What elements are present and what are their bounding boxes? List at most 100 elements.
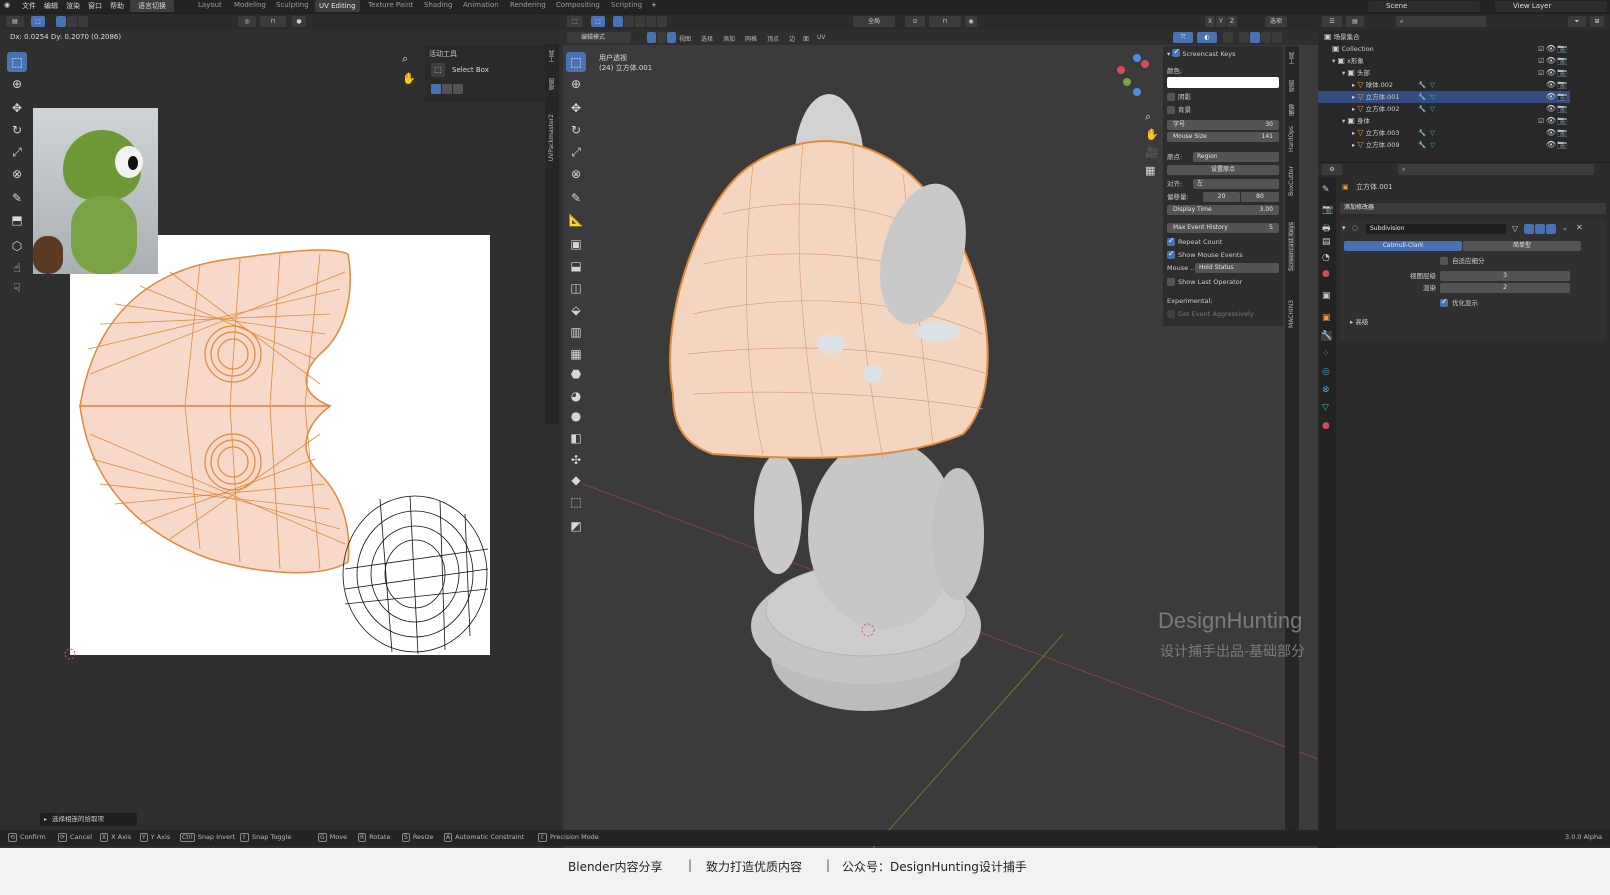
adaptive-checkbox[interactable] — [1440, 257, 1448, 265]
close-icon[interactable]: ✕ — [1576, 223, 1583, 232]
camera-view-icon[interactable]: 🎥 — [1145, 146, 1159, 159]
data-tab-icon[interactable]: ▽ — [1322, 403, 1329, 413]
modifier-wrench-icon[interactable]: 🔧 — [1418, 103, 1426, 115]
render-camera-icon[interactable]: 📷 — [1557, 55, 1567, 67]
mesh-data-icon[interactable]: ▽ — [1430, 127, 1435, 139]
object-tab-icon[interactable]: ▣ — [1322, 313, 1331, 323]
gizmo-neg-x-icon[interactable] — [1117, 66, 1125, 74]
exclude-checkbox-icon[interactable]: ☑ — [1538, 115, 1544, 127]
search-icon[interactable]: ⌕ — [1398, 164, 1594, 175]
catmull-clark-tab[interactable]: Catmull-Clark — [1344, 241, 1462, 251]
properties-editor[interactable]: ⚙ ⌕ ✎ 📷 🖶 ▤ ◔ ● ▣ ▣ 🔧 ⁘ ◎ ⊗ ▽ ● ▣ 立方体.001… — [1318, 163, 1610, 848]
outliner-row-body[interactable]: ▾ ▣ 身体 ☑ 👁 📷 — [1318, 115, 1570, 127]
render-camera-icon[interactable]: 📷 — [1557, 139, 1567, 151]
menu-file[interactable]: 文件 — [22, 1, 36, 11]
render-camera-icon[interactable]: 📷 — [1557, 79, 1567, 91]
blender-logo-icon[interactable]: ◉ — [4, 1, 10, 9]
render-camera-icon[interactable]: 📷 — [1557, 127, 1567, 139]
search-icon[interactable]: ⌕ — [1396, 16, 1486, 27]
viewport-toggle-icon[interactable] — [1535, 224, 1545, 234]
visibility-eye-icon[interactable]: 👁 — [1546, 43, 1556, 55]
menu-render[interactable]: 渲染 — [66, 1, 80, 11]
edit-mode-toggle-icon[interactable]: ▽ — [1512, 224, 1518, 233]
tab-sculpting[interactable]: Sculpting — [276, 1, 309, 9]
last-operator-panel[interactable]: ▸ 选择相连的拾取项 — [40, 813, 137, 826]
outliner-row-cube-003[interactable]: ▸ ▽ 立方体.003 🔧 ▽ 👁 📷 — [1318, 127, 1570, 139]
visibility-eye-icon[interactable]: 👁 — [1546, 67, 1556, 79]
outliner-row-cube-002[interactable]: ▸ ▽ 立方体.002 🔧 ▽ 👁 📷 — [1318, 103, 1570, 115]
outliner-row-collection[interactable]: ▣ Collection ☑ 👁 📷 — [1318, 43, 1570, 55]
panel-header[interactable]: ▾ Screencast Keys — [1167, 47, 1279, 58]
outliner-row-cube-001[interactable]: ▸ ▽ 立方体.001 🔧 ▽ 👁 📷 — [1318, 91, 1570, 103]
tool-tab-icon[interactable]: ✎ — [1322, 185, 1330, 195]
menu-edit[interactable]: 编辑 — [44, 1, 58, 11]
origin-dropdown[interactable]: Region — [1193, 152, 1279, 162]
cage-toggle-icon[interactable] — [1524, 224, 1534, 234]
zoom-icon[interactable]: ⌕ — [1145, 110, 1151, 124]
scene-selector[interactable]: Scene — [1368, 1, 1480, 12]
view-layer-tab-icon[interactable]: ▤ — [1322, 237, 1331, 247]
color-swatch[interactable] — [1167, 77, 1279, 88]
gizmo-z-icon[interactable] — [1133, 54, 1141, 62]
viewport-levels-field[interactable]: 3 — [1440, 271, 1570, 281]
world-tab-icon[interactable]: ● — [1322, 269, 1330, 279]
add-workspace-button[interactable]: + — [651, 1, 657, 9]
repeat-count-checkbox[interactable] — [1167, 236, 1175, 246]
get-event-checkbox[interactable] — [1167, 310, 1175, 318]
visibility-eye-icon[interactable]: 👁 — [1546, 91, 1556, 103]
mesh-data-icon[interactable]: ▽ — [1430, 103, 1435, 115]
tab-tool[interactable]: 工具 — [1288, 52, 1297, 64]
render-camera-icon[interactable]: 📷 — [1557, 67, 1567, 79]
pan-hand-icon[interactable]: ✋ — [1145, 128, 1159, 141]
gizmo-x-icon[interactable] — [1141, 60, 1149, 68]
modifier-wrench-icon[interactable]: 🔧 — [1418, 91, 1426, 103]
render-tab-icon[interactable]: 📷 — [1322, 205, 1333, 215]
render-levels-field[interactable]: 2 — [1440, 283, 1570, 293]
visibility-eye-icon[interactable]: 👁 — [1546, 79, 1556, 91]
editor-type-icon[interactable]: ☰ — [1322, 16, 1342, 27]
modifier-wrench-icon[interactable]: 🔧 — [1418, 127, 1426, 139]
show-mouse-events-checkbox[interactable] — [1167, 249, 1175, 259]
new-collection-icon[interactable]: ⊞ — [1590, 16, 1604, 27]
render-camera-icon[interactable]: 📷 — [1557, 115, 1567, 127]
mouse-size-field[interactable]: Mouse Size 141 — [1167, 132, 1279, 142]
render-camera-icon[interactable]: 📷 — [1557, 91, 1567, 103]
tab-machin3[interactable]: MACHIN3 — [1288, 300, 1295, 328]
output-tab-icon[interactable]: 🖶 — [1322, 221, 1331, 237]
tab-uv-editing[interactable]: UV Editing — [315, 0, 360, 12]
view-layer-selector[interactable]: View Layer — [1495, 1, 1607, 12]
tab-layout[interactable]: Layout — [198, 1, 222, 9]
collection-tab-icon[interactable]: ▣ — [1322, 291, 1331, 301]
physics-tab-icon[interactable]: ◎ — [1322, 367, 1330, 377]
tab-rendering[interactable]: Rendering — [510, 1, 546, 9]
mesh-data-icon[interactable]: ▽ — [1430, 79, 1435, 91]
render-camera-icon[interactable]: 📷 — [1557, 103, 1567, 115]
3d-viewport[interactable]: ⬚ ⬚ 全局 ⊙ ⊓ ◉ X Y Z 选项 编辑模式 视图 选择 添加 网格 顶… — [563, 14, 1318, 848]
tab-edit[interactable]: 编辑 — [1288, 104, 1297, 116]
mesh-data-icon[interactable]: ▽ — [1430, 139, 1435, 151]
tab-animation[interactable]: Animation — [463, 1, 499, 9]
constraints-tab-icon[interactable]: ⊗ — [1322, 385, 1330, 395]
show-last-operator-checkbox[interactable] — [1167, 278, 1175, 286]
render-camera-icon[interactable]: 📷 — [1557, 43, 1567, 55]
outliner-row-sphere-002[interactable]: ▸ ▽ 球体.002 🔧 ▽ 👁 📷 — [1318, 79, 1570, 91]
tab-view[interactable]: 视图 — [1288, 80, 1297, 92]
menu-window[interactable]: 窗口 — [88, 1, 102, 11]
font-size-field[interactable]: 字号 30 — [1167, 120, 1279, 130]
visibility-eye-icon[interactable]: 👁 — [1546, 139, 1556, 151]
modifier-tab-icon[interactable]: 🔧 — [1321, 331, 1333, 341]
tab-hardops[interactable]: HardOps — [1288, 126, 1295, 152]
tab-texture-paint[interactable]: Texture Paint — [368, 1, 413, 9]
gizmo-y-icon[interactable] — [1123, 78, 1131, 86]
background-checkbox[interactable] — [1167, 106, 1175, 114]
exclude-checkbox-icon[interactable]: ☑ — [1538, 55, 1544, 67]
language-switch-button[interactable]: 语言切换 — [130, 0, 174, 12]
tab-shading[interactable]: Shading — [424, 1, 452, 9]
filter-icon[interactable]: ⏷ — [1568, 16, 1586, 27]
modifier-wrench-icon[interactable]: 🔧 — [1418, 79, 1426, 91]
mesh-data-icon[interactable]: ▽ — [1430, 91, 1435, 103]
visibility-eye-icon[interactable]: 👁 — [1546, 127, 1556, 139]
outliner-row-cube-009[interactable]: ▸ ▽ 立方体.009 🔧 ▽ 👁 📷 — [1318, 139, 1570, 151]
enable-checkbox[interactable] — [1172, 47, 1181, 57]
visibility-eye-icon[interactable]: 👁 — [1546, 103, 1556, 115]
